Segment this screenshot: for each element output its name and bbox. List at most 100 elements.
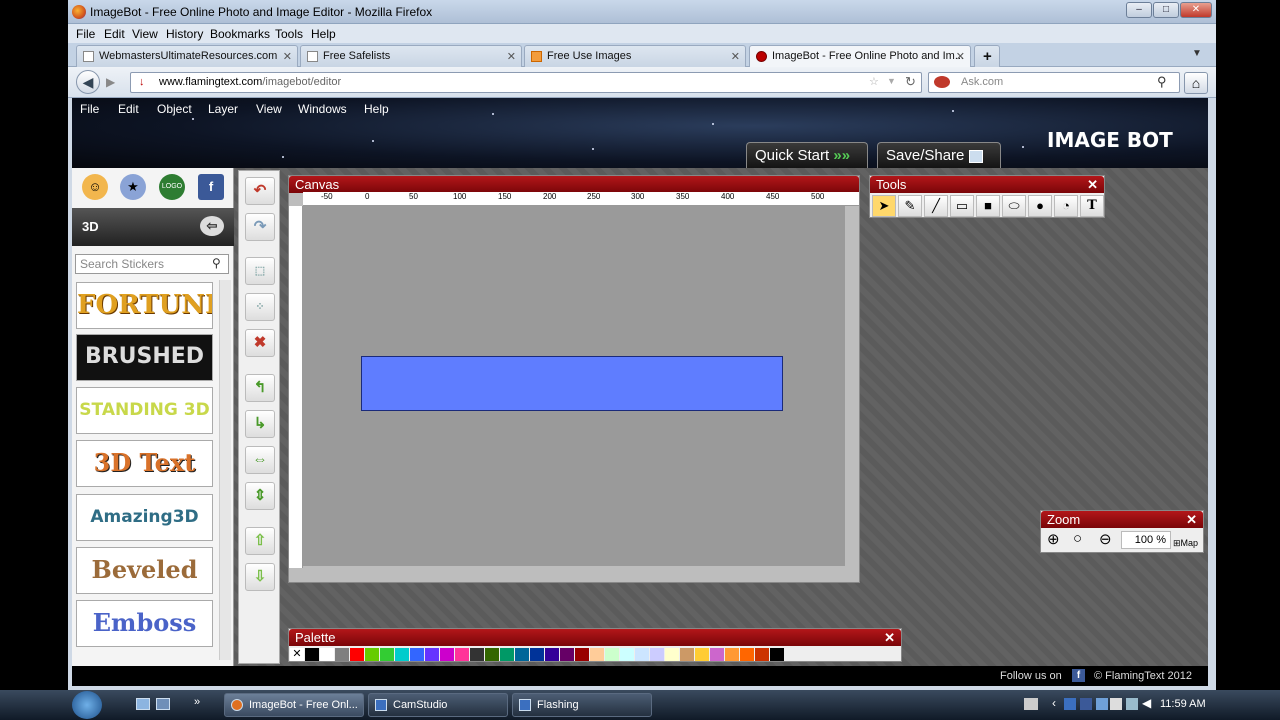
- pencil-tool-icon[interactable]: ✎: [898, 195, 922, 217]
- close-icon[interactable]: ✕: [884, 630, 895, 646]
- color-swatch[interactable]: [725, 648, 739, 661]
- tab-imagebot[interactable]: ImageBot - Free Online Photo and Im... ✕: [749, 45, 971, 67]
- logo-icon[interactable]: LOGO: [159, 174, 185, 200]
- color-swatch[interactable]: [770, 648, 784, 661]
- history-dropdown-icon[interactable]: ▼: [887, 76, 896, 86]
- bring-forward-icon[interactable]: ↰: [245, 374, 275, 402]
- close-icon[interactable]: ✕: [1186, 512, 1197, 528]
- redo-icon[interactable]: ↷: [245, 213, 275, 241]
- start-button[interactable]: [72, 691, 102, 719]
- zoom-in-icon[interactable]: ⊕: [1047, 530, 1060, 548]
- sticker-scrollbar[interactable]: [219, 280, 231, 660]
- ungroup-icon[interactable]: ⁘: [245, 293, 275, 321]
- zoom-input[interactable]: 100 %: [1121, 531, 1171, 549]
- menu-tools[interactable]: Tools: [275, 27, 303, 41]
- color-swatch[interactable]: [740, 648, 754, 661]
- no-color-swatch[interactable]: ✕: [290, 648, 304, 661]
- tray-icon[interactable]: [1064, 698, 1076, 710]
- ellipse-tool-icon[interactable]: ⬭: [1002, 195, 1026, 217]
- sticker-fortune[interactable]: FORTUNE: [76, 282, 213, 329]
- menu-view[interactable]: View: [132, 27, 158, 41]
- app-menu-layer[interactable]: Layer: [208, 102, 238, 116]
- app-menu-help[interactable]: Help: [364, 102, 389, 116]
- filled-rectangle-tool-icon[interactable]: ■: [976, 195, 1000, 217]
- color-swatch[interactable]: [305, 648, 319, 661]
- app-menu-windows[interactable]: Windows: [298, 102, 347, 116]
- sticker-emboss[interactable]: Emboss: [76, 600, 213, 647]
- color-swatch[interactable]: [605, 648, 619, 661]
- tray-tool-icon[interactable]: [1024, 698, 1038, 710]
- move-up-icon[interactable]: ⇧: [245, 527, 275, 555]
- tab-free-use-images[interactable]: Free Use Images ✕: [524, 45, 746, 67]
- taskbar-item-firefox[interactable]: ImageBot - Free Onl...: [224, 693, 364, 717]
- menu-edit[interactable]: Edit: [104, 27, 125, 41]
- color-swatch[interactable]: [665, 648, 679, 661]
- category-header[interactable]: 3D ⇦: [72, 208, 234, 246]
- tray-facebook-icon[interactable]: [1080, 698, 1092, 710]
- search-icon[interactable]: ⚲: [212, 256, 221, 270]
- canvas-stage[interactable]: [303, 206, 845, 566]
- zoom-panel-header[interactable]: Zoom ✕: [1041, 511, 1203, 528]
- color-swatch[interactable]: [410, 648, 424, 661]
- color-swatch[interactable]: [635, 648, 649, 661]
- canvas-panel-header[interactable]: Canvas: [289, 176, 859, 193]
- tools-panel-header[interactable]: Tools ✕: [870, 176, 1104, 193]
- color-swatch[interactable]: [515, 648, 529, 661]
- save-share-button[interactable]: Save/Share: [877, 142, 1001, 168]
- tray-network-icon[interactable]: [1096, 698, 1108, 710]
- sticker-amazing[interactable]: Amazing3D: [76, 494, 213, 541]
- menu-bookmarks[interactable]: Bookmarks: [210, 27, 270, 41]
- tray-expand-icon[interactable]: ‹: [1052, 696, 1056, 710]
- sticker-beveled[interactable]: Beveled: [76, 547, 213, 594]
- volume-icon[interactable]: ◀: [1142, 696, 1151, 710]
- path-tool-icon[interactable]: ◔: [1054, 195, 1078, 217]
- delete-icon[interactable]: ✖: [245, 329, 275, 357]
- circle-tool-icon[interactable]: ●: [1028, 195, 1052, 217]
- close-tab-icon[interactable]: ✕: [956, 50, 965, 63]
- palette-panel-header[interactable]: Palette ✕: [289, 629, 901, 646]
- forward-button[interactable]: ▶: [106, 75, 115, 89]
- app-menu-edit[interactable]: Edit: [118, 102, 139, 116]
- close-tab-icon[interactable]: ✕: [507, 50, 516, 63]
- app-menu-file[interactable]: File: [80, 102, 99, 116]
- star-icon[interactable]: ★: [120, 174, 146, 200]
- send-backward-icon[interactable]: ↳: [245, 410, 275, 438]
- undo-icon[interactable]: ↶: [245, 177, 275, 205]
- clock[interactable]: 11:59 AM: [1160, 698, 1206, 710]
- sticker-3d-text[interactable]: 3D Text: [76, 440, 213, 487]
- search-bar[interactable]: Ask.com ⚲: [928, 72, 1180, 93]
- line-tool-icon[interactable]: ╱: [924, 195, 948, 217]
- map-toggle[interactable]: ⊞Map: [1173, 538, 1198, 549]
- color-swatch[interactable]: [470, 648, 484, 661]
- back-arrow-icon[interactable]: ⇦: [200, 216, 224, 236]
- home-button[interactable]: ⌂: [1184, 72, 1208, 94]
- zoom-reset-icon[interactable]: ○: [1073, 530, 1082, 547]
- color-swatch[interactable]: [650, 648, 664, 661]
- tab-list-icon[interactable]: ▼: [1192, 48, 1202, 59]
- color-swatch[interactable]: [500, 648, 514, 661]
- color-swatch[interactable]: [335, 648, 349, 661]
- color-swatch[interactable]: [755, 648, 769, 661]
- app-menu-view[interactable]: View: [256, 102, 282, 116]
- color-swatch[interactable]: [485, 648, 499, 661]
- quick-start-button[interactable]: Quick Start »»: [746, 142, 868, 168]
- close-icon[interactable]: ✕: [1087, 177, 1098, 193]
- color-swatch[interactable]: [620, 648, 634, 661]
- color-swatch[interactable]: [710, 648, 724, 661]
- sticker-brushed[interactable]: BRUSHED: [76, 334, 213, 381]
- bookmark-star-icon[interactable]: ☆: [869, 75, 879, 88]
- menu-help[interactable]: Help: [311, 27, 336, 41]
- color-swatch[interactable]: [545, 648, 559, 661]
- color-swatch[interactable]: [440, 648, 454, 661]
- tab-free-safelists[interactable]: Free Safelists ✕: [300, 45, 522, 67]
- facebook-icon[interactable]: f: [1072, 669, 1085, 682]
- close-button[interactable]: ✕: [1180, 2, 1212, 18]
- facebook-icon[interactable]: f: [198, 174, 224, 200]
- menu-file[interactable]: File: [76, 27, 95, 41]
- show-desktop-icon[interactable]: [136, 698, 150, 710]
- app-menu-object[interactable]: Object: [157, 102, 192, 116]
- select-tool-icon[interactable]: ➤: [872, 195, 896, 217]
- group-icon[interactable]: ⬚: [245, 257, 275, 285]
- color-swatch[interactable]: [680, 648, 694, 661]
- color-swatch[interactable]: [560, 648, 574, 661]
